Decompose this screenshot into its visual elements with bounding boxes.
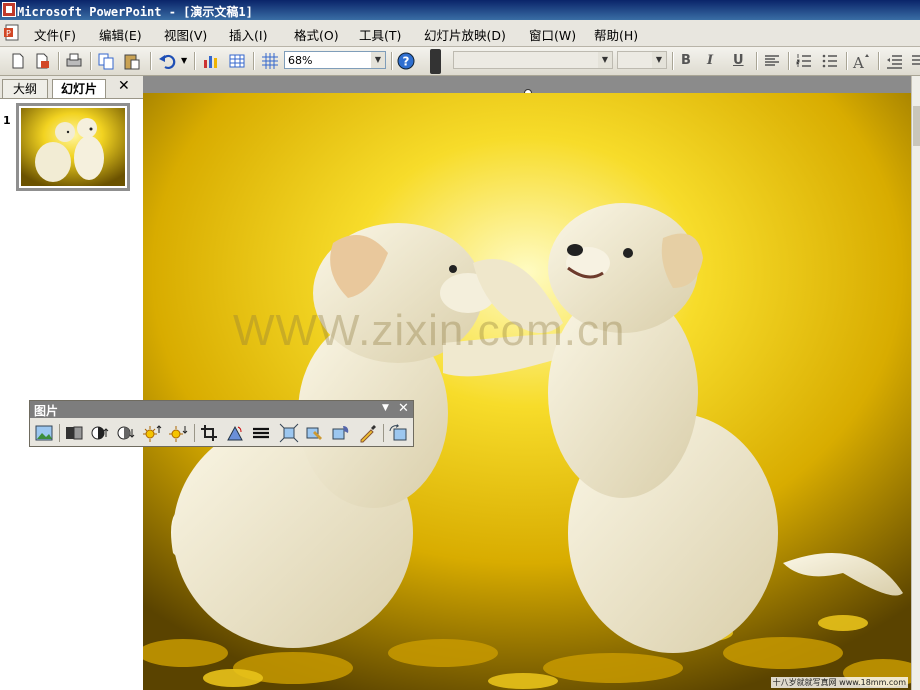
zoom-value: 68% — [288, 54, 313, 67]
menu-tools[interactable]: 工具(T) — [359, 25, 401, 44]
slide-thumbnail-image — [21, 108, 125, 186]
format-picture-icon[interactable] — [331, 423, 351, 443]
picture-toolbar[interactable]: 图片 ▼ ✕ — [29, 400, 414, 447]
reset-picture-icon[interactable] — [388, 423, 408, 443]
underline-button[interactable]: U — [733, 53, 744, 68]
zoom-select[interactable]: 68% ▼ — [284, 51, 386, 69]
crop-icon[interactable] — [199, 423, 219, 443]
rotate-left-icon[interactable] — [225, 423, 245, 443]
menu-insert[interactable]: 插入(I) — [229, 25, 267, 44]
insert-picture-icon[interactable] — [34, 423, 54, 443]
menu-slideshow[interactable]: 幻灯片放映(D) — [424, 25, 506, 44]
insert-table-icon[interactable] — [227, 51, 247, 71]
slide-canvas[interactable]: WWW.zixin.com.cn 十八岁就就写真网 www.18mm.com — [143, 93, 911, 690]
menu-file[interactable]: 文件(F) — [34, 25, 76, 44]
color-icon[interactable] — [64, 423, 84, 443]
undo-icon[interactable] — [157, 51, 177, 71]
more-contrast-icon[interactable] — [90, 423, 110, 443]
title-bar: Microsoft PowerPoint - [演示文稿1] — [0, 0, 920, 20]
chevron-down-icon[interactable]: ▼ — [652, 52, 666, 68]
window-title: Microsoft PowerPoint - [演示文稿1] — [17, 5, 253, 19]
close-icon[interactable]: ✕ — [398, 401, 409, 416]
line-style-icon[interactable] — [251, 423, 271, 443]
slides-panel: 大纲 幻灯片 ✕ 1 — [0, 76, 144, 690]
picture-toolbar-titlebar[interactable]: 图片 ▼ ✕ — [30, 401, 413, 418]
tab-outline[interactable]: 大纲 — [2, 79, 48, 98]
menu-help[interactable]: 帮助(H) — [594, 25, 638, 44]
chevron-down-icon[interactable]: ▼ — [598, 52, 612, 68]
recolor-picture-icon[interactable] — [305, 423, 325, 443]
picture-toolbar-title: 图片 — [34, 404, 59, 418]
vertical-scrollbar[interactable] — [911, 76, 920, 690]
close-pane-button[interactable]: ✕ — [118, 78, 130, 94]
puppies-photo[interactable]: WWW.zixin.com.cn — [143, 93, 911, 690]
menu-format[interactable]: 格式(O) — [294, 25, 339, 44]
toolbar-options-dropdown-icon[interactable]: ▼ — [382, 403, 389, 413]
document-icon[interactable]: P — [4, 24, 22, 42]
menu-window[interactable]: 窗口(W) — [529, 25, 576, 44]
insert-chart-icon[interactable] — [201, 51, 221, 71]
menu-edit[interactable]: 编辑(E) — [99, 25, 142, 44]
decrease-indent-icon[interactable] — [884, 51, 904, 71]
menu-bar: P 文件(F) 编辑(E) 视图(V) 插入(I) 格式(O) 工具(T) 幻灯… — [0, 20, 920, 47]
show-grid-icon[interactable] — [260, 51, 280, 71]
svg-text:?: ? — [403, 55, 410, 69]
font-size-select[interactable]: ▼ — [617, 51, 667, 69]
less-contrast-icon[interactable] — [116, 423, 136, 443]
panel-tabs: 大纲 幻灯片 ✕ — [0, 76, 143, 99]
watermark-text: WWW.zixin.com.cn — [233, 306, 625, 355]
new-document-icon[interactable] — [8, 51, 28, 71]
photo-credit: 十八岁就就写真网 www.18mm.com — [770, 677, 908, 688]
copy-icon[interactable] — [96, 51, 116, 71]
help-icon[interactable]: ? — [396, 51, 416, 71]
toolbar-grip[interactable] — [430, 49, 441, 74]
undo-dropdown-icon[interactable]: ▼ — [181, 56, 187, 65]
svg-text:A: A — [852, 54, 864, 71]
more-brightness-icon[interactable] — [142, 423, 162, 443]
standard-toolbar: ▼ 68% ▼ ? ▼ ▼ B I U A — [0, 47, 920, 76]
slide-editing-area: WWW.zixin.com.cn 十八岁就就写真网 www.18mm.com — [143, 76, 911, 690]
powerpoint-app-icon[interactable] — [2, 2, 16, 17]
italic-button[interactable]: I — [707, 53, 713, 68]
set-transparent-color-icon[interactable] — [357, 423, 377, 443]
svg-text:P: P — [6, 29, 11, 38]
print-icon[interactable] — [64, 51, 84, 71]
compress-pictures-icon[interactable] — [279, 423, 299, 443]
increase-font-size-icon[interactable]: A — [852, 51, 872, 71]
bullet-list-icon[interactable] — [820, 51, 840, 71]
chevron-down-icon[interactable]: ▼ — [371, 52, 385, 68]
align-left-icon[interactable] — [762, 51, 782, 71]
increase-indent-icon[interactable] — [908, 51, 920, 71]
tab-slides[interactable]: 幻灯片 — [52, 79, 106, 98]
open-file-icon[interactable] — [32, 51, 52, 71]
scrollbar-thumb[interactable] — [913, 106, 920, 146]
bold-button[interactable]: B — [681, 53, 691, 68]
numbered-list-icon[interactable] — [794, 51, 814, 71]
picture-toolbar-buttons — [33, 422, 411, 444]
menu-view[interactable]: 视图(V) — [164, 25, 207, 44]
less-brightness-icon[interactable] — [168, 423, 188, 443]
slide-thumbnail[interactable] — [16, 103, 130, 191]
font-name-select[interactable]: ▼ — [453, 51, 613, 69]
paste-icon[interactable] — [122, 51, 142, 71]
slide-number: 1 — [3, 114, 11, 127]
